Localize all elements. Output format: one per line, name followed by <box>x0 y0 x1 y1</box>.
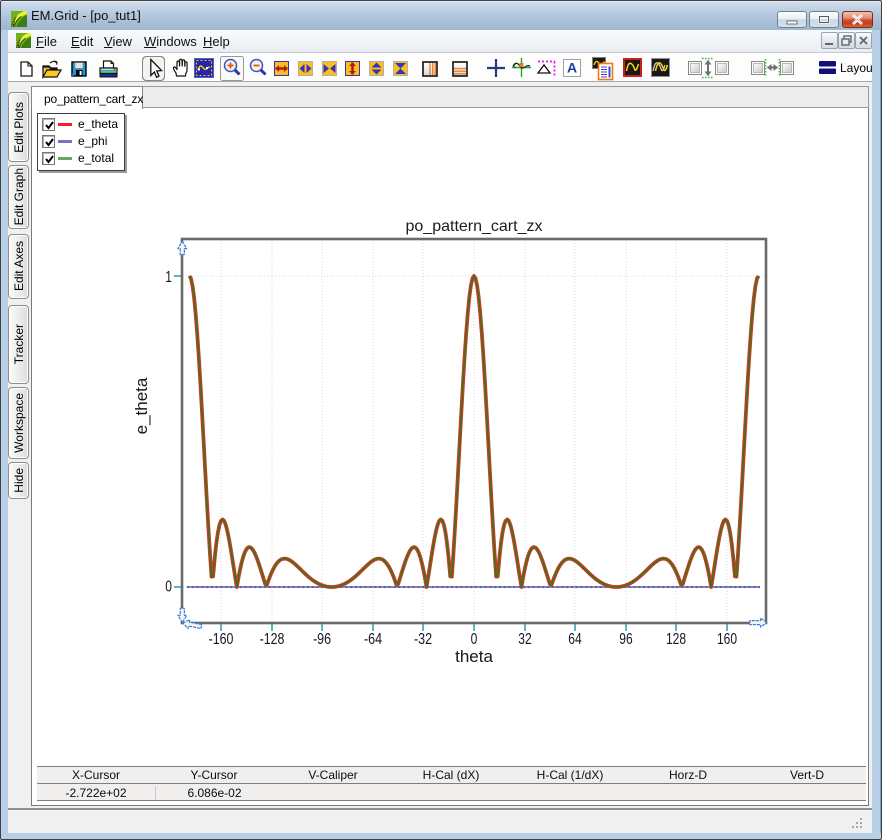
svg-text:A: A <box>567 60 577 76</box>
svg-text:theta: theta <box>455 647 493 666</box>
svg-text:-32: -32 <box>414 631 432 648</box>
svg-text:-160: -160 <box>209 631 234 648</box>
svg-text:e_theta: e_theta <box>132 377 151 434</box>
svg-text:-64: -64 <box>364 631 382 648</box>
svg-text:Layout: Layout <box>840 61 872 75</box>
svg-text:1: 1 <box>165 269 172 286</box>
svg-text:0: 0 <box>165 579 172 596</box>
svg-text:32: 32 <box>518 631 531 648</box>
svg-text:128: 128 <box>666 631 686 648</box>
svg-text:po_pattern_cart_zx: po_pattern_cart_zx <box>406 218 543 235</box>
svg-text:160: 160 <box>717 631 737 648</box>
svg-text:-96: -96 <box>313 631 331 648</box>
svg-text:64: 64 <box>568 631 581 648</box>
svg-text:96: 96 <box>619 631 632 648</box>
svg-text:-128: -128 <box>260 631 285 648</box>
svg-text:0: 0 <box>471 631 478 648</box>
